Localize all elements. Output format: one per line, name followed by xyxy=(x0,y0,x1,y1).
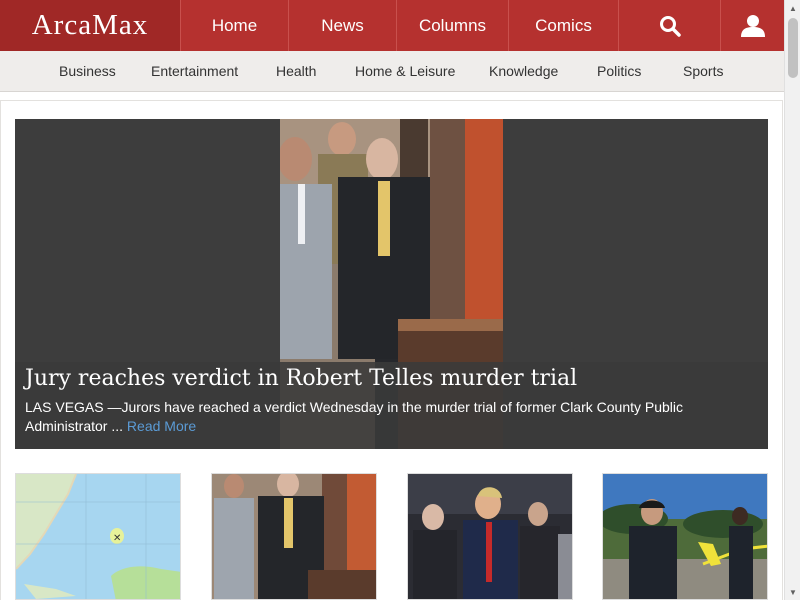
category-sports[interactable]: Sports xyxy=(683,51,723,92)
search-icon xyxy=(659,15,681,37)
account-button[interactable] xyxy=(721,0,784,51)
hero-headline[interactable]: Jury reaches verdict in Robert Telles mu… xyxy=(25,366,577,391)
top-navigation: ArcaMax Home News Columns Comics xyxy=(0,0,784,51)
category-navigation: Business Entertainment Health Home & Lei… xyxy=(0,51,784,92)
read-more-link[interactable]: Read More xyxy=(127,418,196,434)
story-thumbnail-crowd[interactable] xyxy=(407,473,573,600)
nav-columns[interactable]: Columns xyxy=(397,0,509,51)
category-entertainment[interactable]: Entertainment xyxy=(151,51,238,92)
category-home-leisure[interactable]: Home & Leisure xyxy=(355,51,455,92)
hero-summary-text: LAS VEGAS —Jurors have reached a verdict… xyxy=(25,399,684,434)
hero-article[interactable]: Jury reaches verdict in Robert Telles mu… xyxy=(15,119,768,449)
category-politics[interactable]: Politics xyxy=(597,51,641,92)
category-knowledge[interactable]: Knowledge xyxy=(489,51,558,92)
arcamax-logo[interactable]: ArcaMax xyxy=(0,0,181,51)
courtroom-thumbnail-image xyxy=(212,474,376,599)
nav-news[interactable]: News xyxy=(289,0,397,51)
story-thumbnail-police[interactable] xyxy=(602,473,768,600)
hero-summary: LAS VEGAS —Jurors have reached a verdict… xyxy=(25,398,745,436)
vertical-scrollbar[interactable]: ▲ ▼ xyxy=(784,0,800,600)
search-button[interactable] xyxy=(619,0,721,51)
police-thumbnail-image xyxy=(603,474,767,599)
nav-comics[interactable]: Comics xyxy=(509,0,619,51)
hurricane-map-image: ✕ xyxy=(16,474,180,599)
category-health[interactable]: Health xyxy=(276,51,316,92)
nav-home[interactable]: Home xyxy=(181,0,289,51)
story-thumbnail-courtroom[interactable] xyxy=(211,473,377,600)
svg-text:✕: ✕ xyxy=(113,533,121,544)
scrollbar-thumb[interactable] xyxy=(788,18,798,78)
user-icon xyxy=(740,14,765,37)
scroll-up-arrow-icon[interactable]: ▲ xyxy=(785,0,800,16)
scroll-down-arrow-icon[interactable]: ▼ xyxy=(785,584,800,600)
story-thumbnail-weather-map[interactable]: ✕ xyxy=(15,473,181,600)
crowd-thumbnail-image xyxy=(408,474,572,599)
hero-caption: Jury reaches verdict in Robert Telles mu… xyxy=(15,362,768,449)
category-business[interactable]: Business xyxy=(59,51,116,92)
